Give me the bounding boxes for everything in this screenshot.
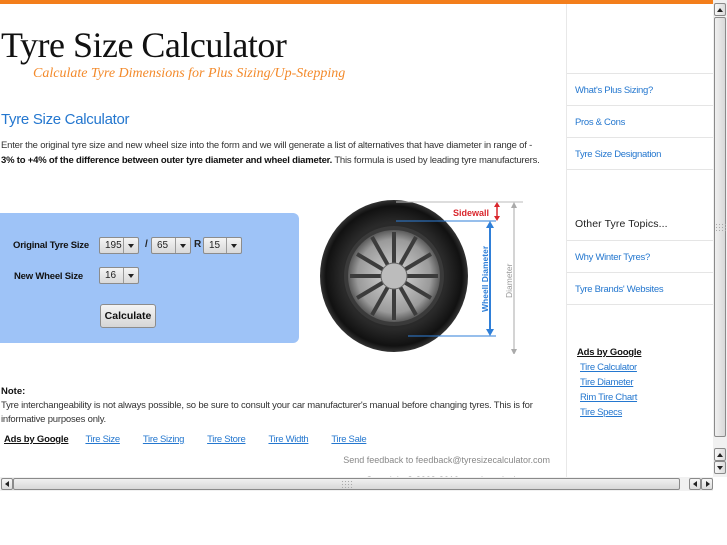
scroll-up-button-lower[interactable] [714,448,726,461]
hub-icon [380,262,408,290]
sidebar-ad-rim-tire-chart[interactable]: Rim Tire Chart [580,390,641,405]
rim-size-value: 15 [209,240,221,251]
chevron-down-icon [226,238,241,253]
intro-text: Enter the original tyre size and new whe… [1,140,533,151]
ad-link-tire-sizing[interactable]: Tire Sizing [143,434,185,445]
section-title: Tyre Size Calculator [1,111,130,128]
calculator-form: Original Tyre Size 195 / 65 R 15 New Whe… [0,213,299,343]
calculate-button[interactable]: Calculate [100,304,156,328]
sidebar-heading-other-topics: Other Tyre Topics... [575,218,668,230]
note-label: Note: [1,386,26,397]
wheel-diameter-label: Wheell Diameter [480,245,490,312]
intro-bold: 3% to +4% of the difference between oute… [1,155,333,166]
scroll-left-button[interactable] [1,478,13,490]
sidebar-divider [567,169,713,170]
tyre-profile-select[interactable]: 65 [151,237,191,254]
intro-tail: This formula is used by leading tyre man… [332,155,540,166]
ad-link-tire-width[interactable]: Tire Width [268,434,308,445]
ad-link-tire-store[interactable]: Tire Store [207,434,246,445]
chevron-down-icon [123,268,138,283]
site-subtitle: Calculate Tyre Dimensions for Plus Sizin… [33,66,346,81]
vertical-scrollbar[interactable] [713,0,727,477]
site-title: Tyre Size Calculator [1,25,287,65]
original-tyre-size-label: Original Tyre Size [13,240,89,251]
diameter-label: Diameter [504,263,514,298]
new-wheel-size-select[interactable]: 16 [99,267,139,284]
chevron-down-icon [175,238,190,253]
ad-link-tire-size[interactable]: Tire Size [85,434,120,445]
sidebar-ads: Ads by Google Tire Calculator Tire Diame… [577,345,642,420]
rim-size-select[interactable]: 15 [203,237,242,254]
tyre-width-value: 195 [105,240,122,251]
sidebar-item-brand-websites[interactable]: Tyre Brands' Websites [567,272,713,304]
tyre-diagram: Sidewall Wheell Diameter Diameter [320,200,523,354]
sidebar-bottom-links: Why Winter Tyres? Tyre Brands' Websites [567,240,713,305]
tyre-profile-value: 65 [157,240,169,251]
sidebar-ad-tire-specs[interactable]: Tire Specs [580,405,641,420]
note-text: Tyre interchangeability is not always po… [1,400,533,425]
main-content: Tyre Size Calculator Calculate Tyre Dime… [0,4,566,477]
feedback-text: Send feedback to feedback@tyresizecalcul… [343,455,550,465]
new-wheel-size-value: 16 [105,270,117,281]
size-separator: / [145,239,148,250]
sidebar-ad-tire-calculator[interactable]: Tire Calculator [580,360,641,375]
new-wheel-size-label: New Wheel Size [14,271,83,282]
intro-paragraph: Enter the original tyre size and new whe… [1,138,561,168]
scroll-right-button[interactable] [701,478,713,490]
sidebar-item-plus-sizing[interactable]: What's Plus Sizing? [567,73,713,105]
sidebar-item-pros-cons[interactable]: Pros & Cons [567,105,713,137]
ads-row: Ads by Google Tire Size Tire Sizing Tire… [4,434,389,445]
vertical-scroll-thumb[interactable] [714,17,727,437]
scroll-left-button-right[interactable] [689,478,701,490]
horizontal-scroll-thumb[interactable] [13,478,680,490]
chevron-down-icon [123,238,138,253]
sidebar-ads-by-google-link[interactable]: Ads by Google [577,345,642,360]
scroll-down-button[interactable] [714,461,726,474]
rim-prefix: R [194,239,202,250]
sidebar-divider [567,304,713,305]
page-viewport: Tyre Size Calculator Calculate Tyre Dime… [0,0,713,477]
grip-icon [715,223,727,231]
tyre-width-select[interactable]: 195 [99,237,139,254]
ads-by-google-link[interactable]: Ads by Google [4,434,69,445]
ad-link-tire-sale[interactable]: Tire Sale [331,434,366,445]
sidewall-label: Sidewall [453,208,489,218]
sidebar-top-links: What's Plus Sizing? Pros & Cons Tyre Siz… [567,73,713,170]
scroll-up-button[interactable] [714,3,726,16]
grip-icon [341,480,353,488]
sidebar-item-winter-tyres[interactable]: Why Winter Tyres? [567,240,713,272]
horizontal-scrollbar[interactable] [0,477,713,491]
sidebar: What's Plus Sizing? Pros & Cons Tyre Siz… [566,4,713,477]
sidebar-ad-tire-diameter[interactable]: Tire Diameter [580,375,641,390]
sidebar-item-size-designation[interactable]: Tyre Size Designation [567,137,713,169]
